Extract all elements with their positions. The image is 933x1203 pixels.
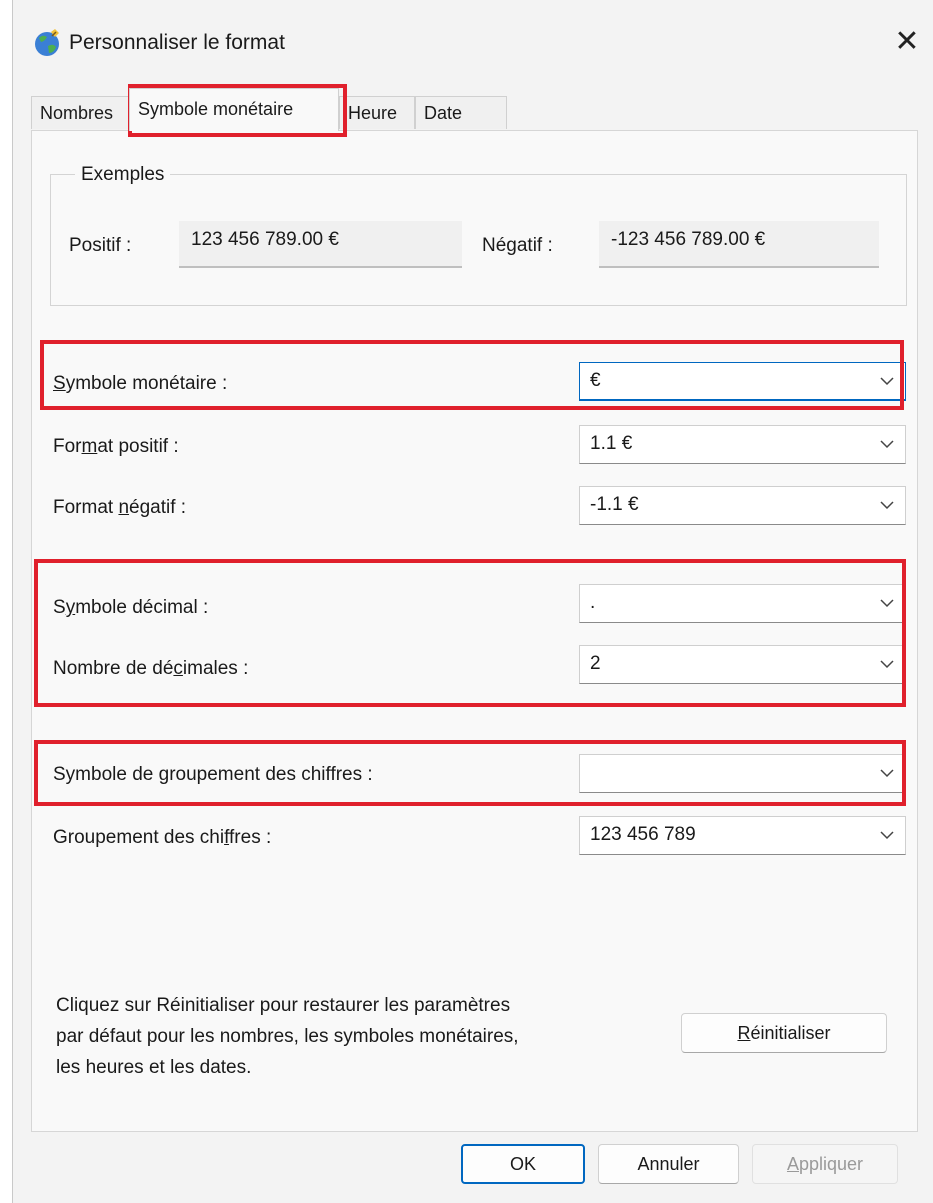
digit-grouping-select[interactable]: 123 456 789 (579, 816, 906, 855)
decimal-count-select[interactable]: 2 (579, 645, 906, 684)
close-icon: ✕ (894, 25, 920, 58)
negative-format-select[interactable]: -1.1 € (579, 486, 906, 525)
dialog-window: Personnaliser le format ✕ Nombres Symbol… (12, 0, 933, 1203)
negative-format-label: Format négatif : (53, 497, 187, 518)
tab-date[interactable]: Date (415, 96, 507, 129)
globe-icon (35, 29, 59, 56)
negative-example: -123 456 789.00 € (599, 221, 879, 268)
decimal-symbol-label: Symbole décimal : (53, 597, 209, 618)
tab-label: Date (424, 103, 463, 123)
negative-label: Négatif : (482, 235, 553, 256)
chevron-down-icon (880, 440, 894, 449)
examples-legend: Exemples (75, 164, 171, 186)
chevron-down-icon (880, 769, 894, 778)
digit-grouping-label: Groupement des chiffres : (53, 827, 272, 848)
chevron-down-icon (880, 599, 894, 608)
apply-button[interactable]: Appliquer (752, 1144, 898, 1184)
tab-symbole-monetaire[interactable]: Symbole monétaire (129, 88, 339, 131)
tab-label: Heure (348, 103, 398, 123)
grouping-symbol-select[interactable] (579, 754, 906, 793)
decimal-symbol-select[interactable]: . (579, 584, 906, 623)
reset-info-text: Cliquez sur Réinitialiser pour restaurer… (56, 995, 519, 1078)
positive-format-select[interactable]: 1.1 € (579, 425, 906, 464)
chevron-down-icon (880, 377, 894, 386)
chevron-down-icon (880, 831, 894, 840)
grouping-symbol-label: Symbole de groupement des chiffres : (53, 764, 373, 785)
tab-nombres[interactable]: Nombres (31, 96, 129, 129)
window-title: Personnaliser le format (69, 31, 285, 54)
reset-button[interactable]: Réinitialiser (681, 1013, 887, 1053)
cancel-button[interactable]: Annuler (598, 1144, 739, 1184)
close-button[interactable]: ✕ (888, 24, 926, 62)
positive-format-label: Format positif : (53, 436, 179, 457)
chevron-down-icon (880, 501, 894, 510)
decimal-count-label: Nombre de décimales : (53, 658, 249, 679)
title-bar: Personnaliser le format ✕ (13, 0, 933, 86)
ok-button[interactable]: OK (461, 1144, 585, 1184)
currency-symbol-label: Symbole monétaire : (53, 373, 228, 394)
positive-example: 123 456 789.00 € (179, 221, 462, 268)
tab-label: Nombres (40, 103, 114, 123)
tab-label: Symbole monétaire (138, 99, 294, 119)
currency-symbol-select[interactable]: € (579, 362, 906, 401)
chevron-down-icon (880, 660, 894, 669)
positive-label: Positif : (69, 235, 132, 256)
tab-heure[interactable]: Heure (339, 96, 415, 129)
